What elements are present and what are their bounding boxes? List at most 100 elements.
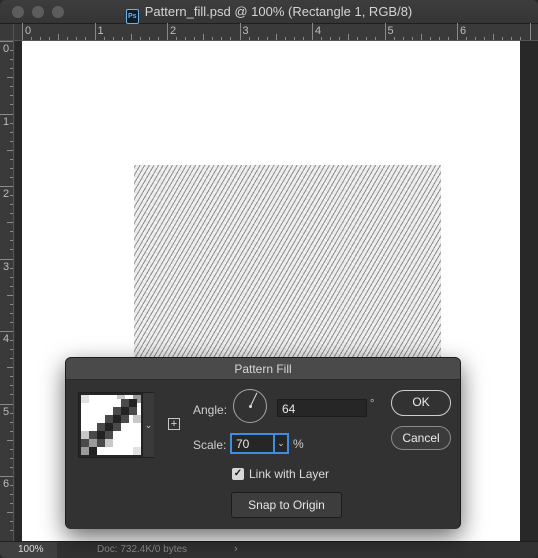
ruler-tick: [312, 23, 313, 40]
pattern-dropdown-chevron-down-icon[interactable]: ⌄: [142, 393, 154, 457]
ruler-tick: [103, 37, 105, 40]
ruler-label: 2: [170, 25, 177, 37]
ruler-tick: [67, 37, 69, 40]
ruler-origin-corner[interactable]: [0, 24, 14, 41]
link-with-layer-label[interactable]: Link with Layer: [249, 467, 329, 481]
document-info: Doc: 732.4K/0 bytes: [97, 544, 188, 555]
ruler-tick: [10, 213, 13, 215]
ruler-tick: [94, 23, 96, 40]
link-with-layer-checkbox[interactable]: ✓: [232, 468, 244, 480]
ruler-tick: [330, 37, 332, 40]
ruler-tick: [284, 37, 286, 40]
ruler-label: 6: [3, 478, 10, 490]
ruler-tick: [176, 37, 178, 40]
ruler-tick: [10, 95, 13, 97]
ruler-label: 0: [3, 43, 10, 55]
ruler-tick: [7, 77, 13, 79]
ruler-tick: [10, 358, 13, 360]
zoom-level-field[interactable]: 100%: [0, 542, 57, 558]
pattern-fill-dialog: Pattern Fill ⌄ + Angle: 64 ° Scale: 70 ⌄…: [65, 357, 461, 529]
ruler-tick: [10, 167, 13, 169]
ruler-tick: [10, 485, 13, 487]
ruler-tick: [10, 276, 13, 278]
ruler-label: 4: [315, 25, 322, 37]
ruler-tick: [529, 23, 531, 40]
ruler-tick: [212, 37, 214, 40]
ruler-tick: [10, 249, 13, 251]
ruler-tick: [366, 37, 368, 40]
pattern-swatch-preview: [81, 395, 141, 455]
ruler-tick: [457, 23, 458, 40]
ruler-tick: [10, 421, 13, 423]
ruler-tick: [10, 231, 13, 233]
add-preset-icon[interactable]: +: [168, 418, 180, 430]
ruler-tick: [10, 140, 13, 142]
ruler-tick: [493, 34, 495, 40]
window-title-text: Pattern_fill.psd @ 100% (Rectangle 1, RG…: [144, 4, 413, 19]
cancel-button[interactable]: Cancel: [391, 426, 451, 450]
ruler-tick: [520, 37, 522, 40]
ruler-tick: [7, 512, 13, 514]
ruler-tick: [484, 37, 486, 40]
scale-input[interactable]: 70: [230, 433, 275, 454]
ruler-tick: [31, 37, 33, 40]
ok-button[interactable]: OK: [391, 390, 451, 416]
angle-label: Angle:: [193, 403, 228, 417]
ruler-label: 6: [460, 25, 467, 37]
ruler-tick: [302, 37, 304, 40]
snap-to-origin-button[interactable]: Snap to Origin: [231, 492, 342, 518]
status-menu-arrow-icon[interactable]: ›: [234, 543, 238, 555]
ruler-label: 5: [387, 25, 394, 37]
ruler-tick: [10, 50, 13, 52]
photoshop-file-icon: Ps: [125, 9, 139, 24]
ruler-tick: [402, 37, 404, 40]
angle-dial-icon[interactable]: [233, 389, 267, 423]
ruler-tick: [7, 294, 13, 296]
ruler-tick: [10, 285, 13, 287]
ruler-tick: [10, 59, 13, 61]
ruler-tick: [10, 448, 13, 450]
ruler-tick: [447, 37, 449, 40]
ruler-tick: [10, 195, 13, 197]
ruler-tick: [375, 37, 377, 40]
ruler-tick: [10, 158, 13, 160]
ruler-tick: [10, 376, 13, 378]
ruler-tick: [0, 113, 13, 115]
ruler-tick: [10, 503, 13, 505]
ruler-label: 1: [3, 115, 10, 128]
title-bar[interactable]: Ps Pattern_fill.psd @ 100% (Rectangle 1, …: [0, 0, 538, 24]
vertical-ruler[interactable]: 0 1 2 3 4 5 6: [0, 41, 14, 541]
ruler-tick: [10, 412, 13, 414]
ruler-tick: [257, 37, 259, 40]
ruler-tick: [58, 34, 60, 40]
dialog-title[interactable]: Pattern Fill: [66, 358, 460, 380]
checkmark-icon: ✓: [233, 468, 243, 479]
pattern-picker[interactable]: ⌄: [78, 392, 154, 458]
angle-unit: °: [370, 398, 375, 410]
ruler-tick: [384, 23, 386, 40]
angle-input[interactable]: 64: [277, 399, 367, 417]
ruler-tick: [10, 321, 13, 323]
ruler-tick: [275, 34, 277, 40]
ruler-tick: [10, 466, 13, 468]
ruler-tick: [167, 23, 168, 40]
horizontal-ruler[interactable]: 0 1 2 3 4 5 6: [14, 23, 538, 41]
ruler-tick: [139, 37, 141, 40]
ruler-tick: [185, 37, 187, 40]
ruler-tick: [10, 349, 13, 351]
ruler-tick: [339, 37, 341, 40]
ruler-label: 0: [25, 25, 32, 37]
scale-dropdown-chevron-down-icon[interactable]: ⌄: [275, 433, 289, 454]
angle-dial-needle: [250, 392, 258, 407]
ruler-tick: [76, 37, 78, 40]
ruler-tick: [85, 37, 87, 40]
ruler-tick: [10, 494, 13, 496]
ruler-tick: [7, 439, 13, 441]
ruler-tick: [429, 37, 431, 40]
scale-unit: %: [293, 437, 304, 451]
ruler-tick: [321, 37, 323, 40]
ruler-tick: [10, 240, 13, 242]
ruler-tick: [10, 430, 13, 432]
ruler-tick: [40, 37, 42, 40]
ruler-tick: [194, 37, 196, 40]
